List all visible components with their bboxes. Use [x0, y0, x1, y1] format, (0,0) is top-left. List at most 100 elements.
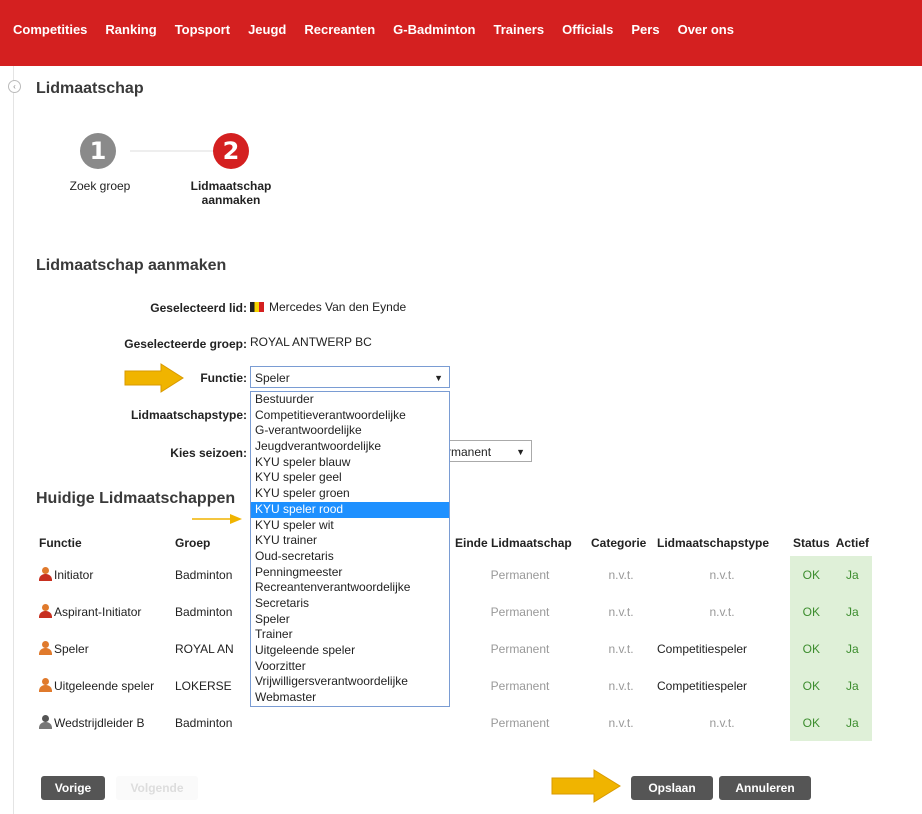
- chevron-down-icon: ▼: [516, 447, 525, 457]
- function-option[interactable]: Secretaris: [251, 596, 449, 612]
- function-select[interactable]: Speler ▼: [250, 366, 450, 388]
- function-option[interactable]: Vrijwilligersverantwoordelijke: [251, 674, 449, 690]
- function-option[interactable]: Bestuurder: [251, 392, 449, 408]
- column-header: Einde Lidmaatschap: [455, 536, 572, 550]
- functie-text: Wedstrijdleider B: [54, 716, 145, 730]
- function-selected-value: Speler: [255, 371, 290, 385]
- functie-cell: Wedstrijdleider B: [36, 704, 172, 741]
- functie-text: Aspirant-Initiator: [54, 605, 142, 619]
- save-button[interactable]: Opslaan: [631, 776, 713, 800]
- status-badge: OK: [790, 593, 833, 630]
- actief-cell: Ja: [832, 630, 873, 667]
- status-badge: OK: [790, 630, 833, 667]
- function-option[interactable]: Oud-secretaris: [251, 549, 449, 565]
- table-row: Wedstrijdleider B Badminton Permanent n.v.t…: [36, 704, 873, 741]
- nav-item[interactable]: Trainers: [485, 22, 554, 37]
- step-2-label: Lidmaatschap aanmaken: [190, 179, 272, 207]
- nav-item[interactable]: Over ons: [669, 22, 743, 37]
- groep-cell: LOKERSE: [175, 678, 232, 693]
- collapse-sidebar-icon[interactable]: ‹: [8, 80, 21, 93]
- type-cell: n.v.t.: [709, 567, 735, 582]
- function-option[interactable]: KYU speler geel: [251, 470, 449, 486]
- function-option[interactable]: KYU speler groen: [251, 486, 449, 502]
- function-option[interactable]: KYU speler rood: [251, 501, 449, 518]
- type-cell: Competitiespeler: [657, 641, 748, 656]
- step-1-label[interactable]: Zoek groep: [55, 179, 145, 193]
- nav-item[interactable]: Recreanten: [295, 22, 384, 37]
- table-row: Aspirant-Initiator Badminton Permanent n.v.…: [36, 593, 873, 630]
- function-option[interactable]: G-verantwoordelijke: [251, 423, 449, 439]
- function-option[interactable]: Jeugdverantwoordelijke: [251, 439, 449, 455]
- nav-item[interactable]: Officials: [553, 22, 622, 37]
- nav-item[interactable]: Topsport: [166, 22, 239, 37]
- status-badge: OK: [790, 667, 833, 704]
- arrow-pointer-icon: [192, 514, 242, 524]
- groep-cell: Badminton: [175, 604, 233, 619]
- nav-item[interactable]: Competities: [0, 22, 96, 37]
- previous-button[interactable]: Vorige: [41, 776, 105, 800]
- top-navigation: Competities Ranking Topsport Jeugd Recreante…: [0, 0, 922, 66]
- group-value: ROYAL ANTWERP BC: [250, 335, 372, 349]
- groep-cell: Badminton: [175, 715, 233, 730]
- table-row: Speler ROYAL AN Permanent n.v.t. Competities…: [36, 630, 873, 667]
- memberships-table: Functie Groep Einde Lidmaatschap Categor…: [36, 530, 873, 741]
- membership-type-label: Lidmaatschapstype:: [130, 408, 247, 422]
- type-cell: n.v.t.: [709, 604, 735, 619]
- arrow-pointer-icon: [551, 769, 621, 803]
- einde-cell: Permanent: [490, 604, 550, 619]
- function-option[interactable]: Penningmeester: [251, 565, 449, 581]
- categorie-cell: n.v.t.: [608, 678, 634, 693]
- season-select[interactable]: rmanent ▼: [446, 440, 532, 462]
- cancel-button[interactable]: Annuleren: [719, 776, 811, 800]
- step-1-circle[interactable]: 1: [80, 133, 116, 169]
- categorie-cell: n.v.t.: [608, 641, 634, 656]
- status-badge: OK: [790, 556, 833, 593]
- person-red-icon: [39, 604, 52, 618]
- column-header: Actief: [835, 536, 870, 550]
- einde-cell: Permanent: [490, 567, 550, 582]
- categorie-cell: n.v.t.: [608, 567, 634, 582]
- sidebar-divider: [13, 66, 14, 814]
- column-header: Lidmaatschapstype: [657, 536, 770, 550]
- function-option[interactable]: Competitieverantwoordelijke: [251, 408, 449, 424]
- function-option[interactable]: Trainer: [251, 627, 449, 643]
- groep-cell: Badminton: [175, 567, 233, 582]
- step-2-circle: 2: [213, 133, 249, 169]
- einde-cell: Permanent: [490, 715, 550, 730]
- function-option[interactable]: Recreantenverantwoordelijke: [251, 580, 449, 596]
- season-selected-value: rmanent: [447, 445, 492, 459]
- group-label: Geselecteerde groep:: [124, 337, 247, 351]
- function-option[interactable]: Voorzitter: [251, 659, 449, 675]
- current-memberships-heading: Huidige Lidmaatschappen: [36, 490, 236, 507]
- function-option[interactable]: Speler: [251, 612, 449, 628]
- column-header: Status: [793, 536, 830, 550]
- functie-text: Speler: [54, 642, 89, 656]
- einde-cell: Permanent: [490, 641, 550, 656]
- column-header: Categorie: [591, 536, 647, 550]
- person-red-icon: [39, 567, 52, 581]
- column-header: Groep: [175, 536, 211, 550]
- function-option[interactable]: Uitgeleende speler: [251, 643, 449, 659]
- season-label: Kies seizoen:: [170, 446, 247, 460]
- actief-cell: Ja: [832, 667, 873, 704]
- function-options-list[interactable]: Bestuurder Competitieverantwoordelijke G-v…: [250, 391, 450, 707]
- nav-item[interactable]: Ranking: [96, 22, 165, 37]
- categorie-cell: n.v.t.: [608, 715, 634, 730]
- nav-item[interactable]: G-Badminton: [384, 22, 484, 37]
- functie-text: Uitgeleende speler: [54, 679, 155, 693]
- belgian-flag-icon: [250, 302, 264, 312]
- nav-item[interactable]: Pers: [622, 22, 668, 37]
- nav-menu: Competities Ranking Topsport Jeugd Recreante…: [0, 22, 743, 37]
- function-option[interactable]: KYU speler blauw: [251, 455, 449, 471]
- next-button[interactable]: Volgende: [116, 776, 198, 800]
- person-gray-icon: [39, 715, 52, 729]
- table-row: Initiator Badminton Permanent n.v.t. n.v.t. O…: [36, 556, 873, 593]
- function-option[interactable]: KYU speler wit: [251, 518, 449, 534]
- table-row: Uitgeleende speler LOKERSE Permanent n.v.t.…: [36, 667, 873, 704]
- nav-item[interactable]: Jeugd: [239, 22, 295, 37]
- hidden-cell: [248, 704, 452, 741]
- column-header: Functie: [39, 536, 82, 550]
- functie-cell: Initiator: [36, 556, 172, 593]
- function-option[interactable]: KYU trainer: [251, 533, 449, 549]
- function-option[interactable]: Webmaster: [251, 690, 449, 706]
